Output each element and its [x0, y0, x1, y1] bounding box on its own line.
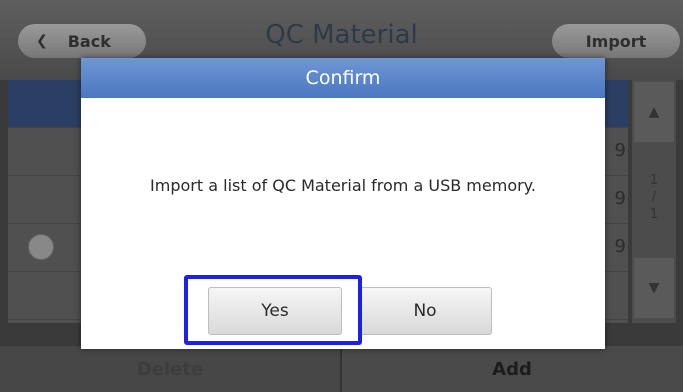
- triangle-up-icon: ▲: [648, 104, 660, 120]
- scroll-up-button[interactable]: ▲: [634, 82, 674, 142]
- add-button[interactable]: Add: [342, 346, 682, 392]
- dialog-message: Import a list of QC Material from a USB …: [150, 176, 536, 195]
- row-value: 9: [614, 236, 626, 257]
- row-value: 9: [614, 140, 626, 161]
- import-button[interactable]: Import: [552, 24, 680, 58]
- page-current: 1: [649, 173, 659, 188]
- scroll-column: ▲ 1 / 1 ▼: [632, 80, 676, 323]
- row-radio[interactable]: [28, 234, 54, 260]
- row-value: 9: [614, 188, 626, 209]
- no-button[interactable]: No: [358, 287, 492, 335]
- triangle-down-icon: ▼: [648, 280, 660, 296]
- page-total: 1: [649, 207, 659, 222]
- page-indicator: 1 / 1: [632, 172, 676, 223]
- bottom-bar: Delete Add: [0, 346, 683, 392]
- delete-button[interactable]: Delete: [0, 346, 340, 392]
- screen: ❮ Back QC Material Import 9 9 9 ▲ 1 / 1 …: [0, 0, 683, 392]
- yes-button-highlight: [184, 275, 362, 345]
- page-separator: /: [651, 190, 657, 205]
- dialog-title: Confirm: [81, 58, 605, 98]
- scroll-down-button[interactable]: ▼: [634, 258, 674, 318]
